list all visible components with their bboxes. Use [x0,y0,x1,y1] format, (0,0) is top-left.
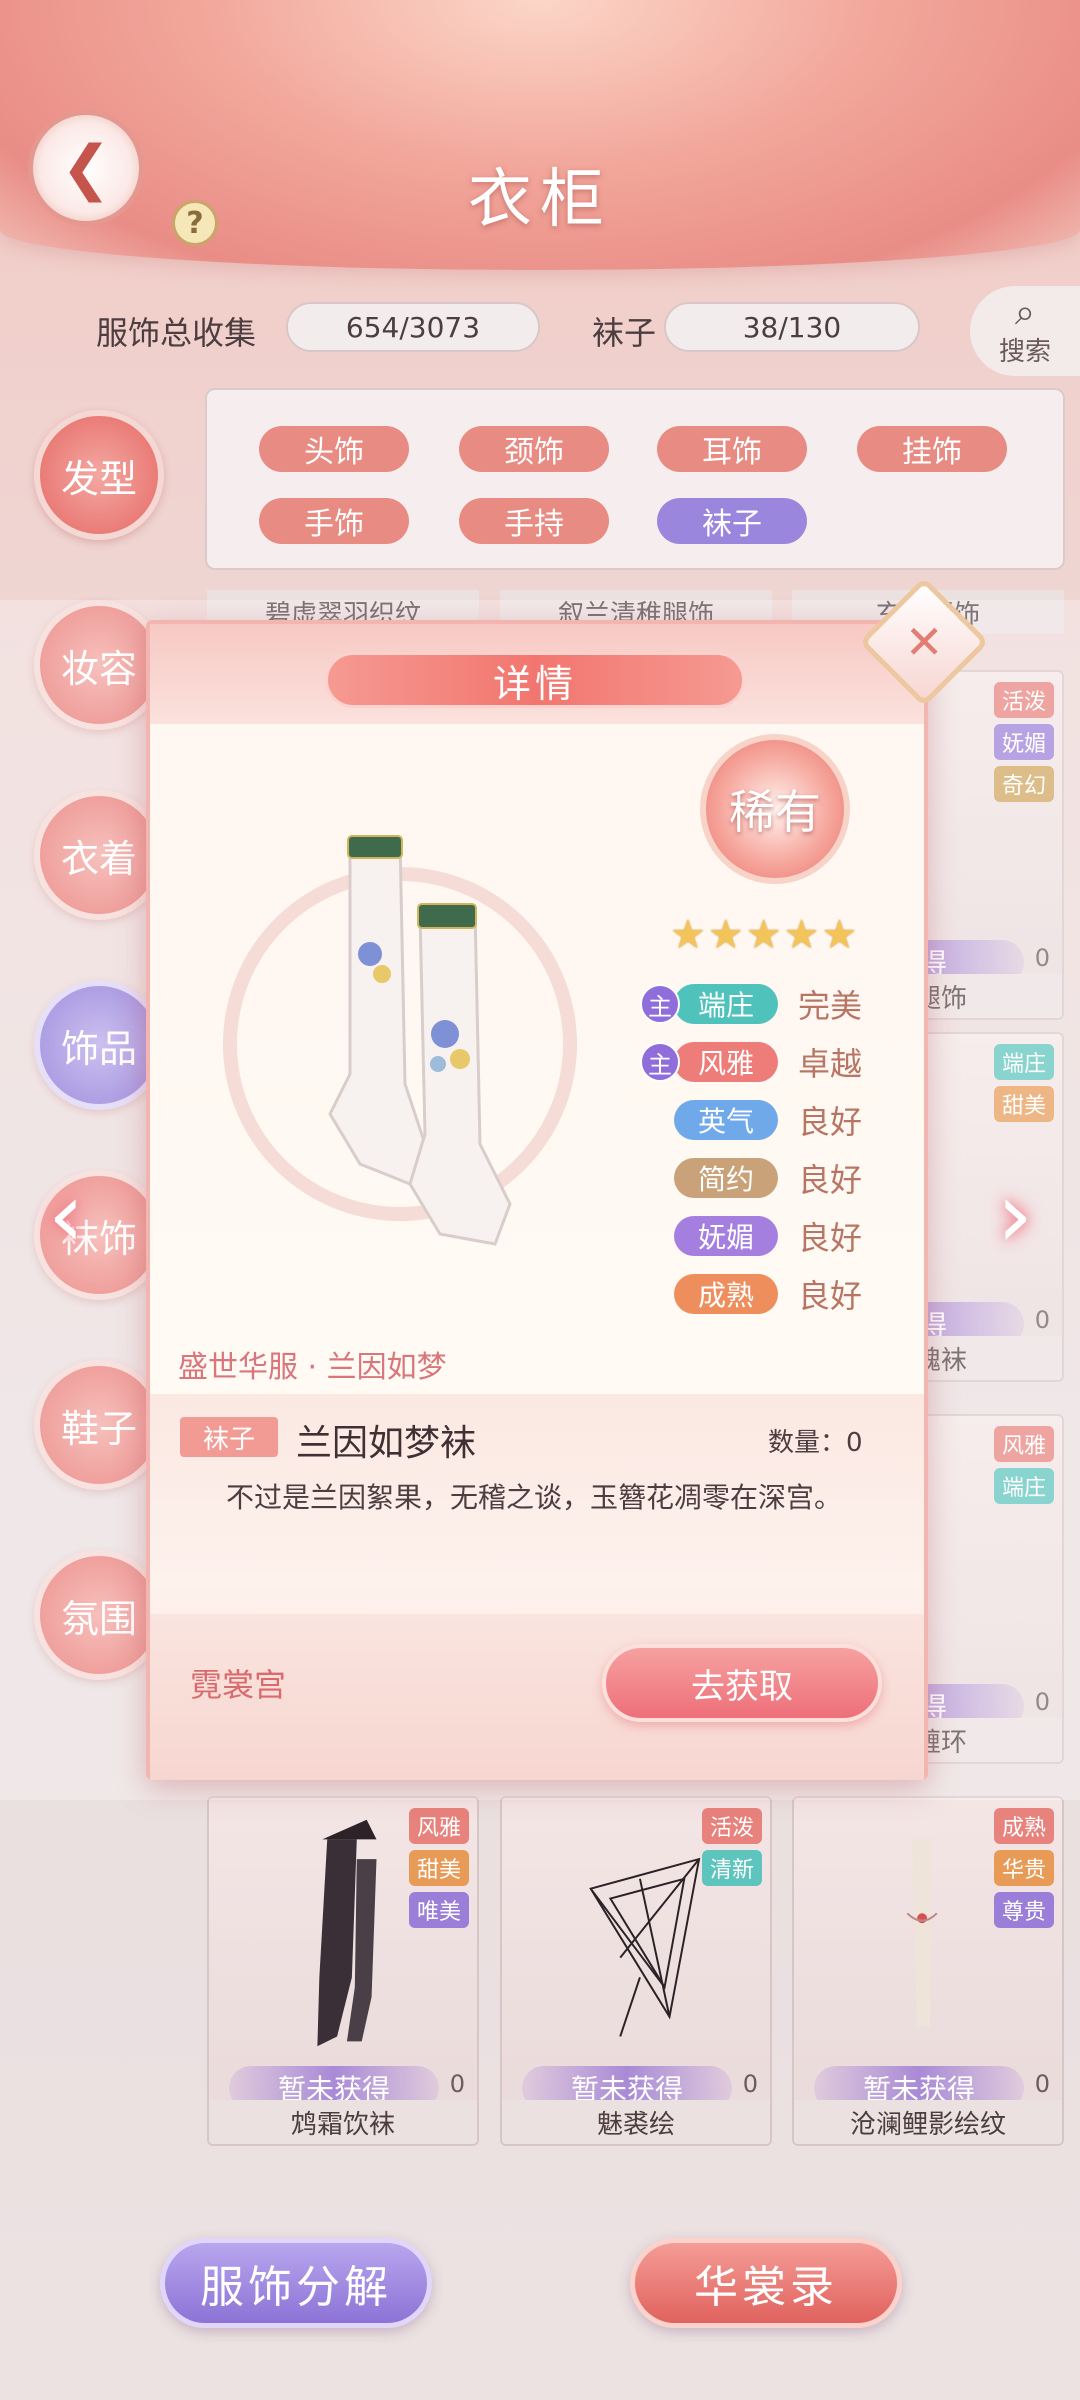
item-type-badge: 袜子 [180,1417,278,1457]
attribute-row: 成熟 良好 [674,1272,862,1316]
filter-socks[interactable]: 袜子 [657,498,807,544]
obtain-button[interactable]: 去获取 [602,1644,882,1722]
search-button[interactable]: ⌕ 搜索 [970,286,1080,376]
category-collection-label: 袜子 [592,314,657,352]
attribute-row: 主 端庄 完美 [640,982,862,1026]
item-count: 0 [449,2070,465,2098]
filter-pendant[interactable]: 挂饰 [857,426,1007,472]
attribute-name: 简约 [674,1158,778,1198]
attribute-value: 完美 [798,987,863,1025]
attribute-row: 简约 良好 [674,1156,862,1200]
item-detail-modal: 详情 稀有 ★★★★★ 主 端庄 完美 主 风雅 卓越 英气 良好 简约 良好 … [146,620,928,1780]
style-tag: 唯美 [408,1892,469,1928]
grid-item-name: 鸩霜饮袜 [209,2100,477,2144]
main-attribute-marker: 主 [640,1042,680,1082]
item-count: 0 [1034,2070,1050,2098]
nav-hairstyle[interactable]: 发型 [34,410,164,540]
next-item-arrow[interactable]: › [985,1163,1045,1268]
style-tag: 风雅 [408,1808,469,1844]
grid-item-card[interactable]: 成熟 华贵 尊贵 暂未获得 0 沧澜鲤影绘纹 [792,1796,1064,2146]
series-name: 盛世华服 · 兰因如梦 [178,1350,447,1385]
attribute-name: 妩媚 [674,1216,778,1256]
grid-item-card[interactable]: 风雅 甜美 唯美 暂未获得 0 鸩霜饮袜 [207,1796,479,2146]
item-source: 霓裳宫 [190,1666,287,1704]
prev-item-arrow[interactable]: ‹ [36,1163,96,1268]
grid-item-name: 沧澜鲤影绘纹 [794,2100,1062,2144]
filter-earrings[interactable]: 耳饰 [657,426,807,472]
grid-item-card[interactable]: 活泼 清新 暂未获得 0 魅裘绘 [500,1796,772,2146]
attribute-name: 成熟 [674,1274,778,1314]
search-label: 搜索 [998,336,1051,367]
attribute-value: 良好 [798,1219,863,1257]
search-icon: ⌕ [1014,291,1036,333]
item-image [223,835,577,1246]
filter-necklace[interactable]: 颈饰 [459,426,609,472]
attribute-name: 风雅 [674,1042,778,1082]
style-tag: 清新 [701,1850,762,1886]
decompose-button[interactable]: 服饰分解 [160,2238,432,2328]
modal-title: 详情 [325,652,745,708]
rarity-badge: 稀有 [700,734,850,884]
filter-headwear[interactable]: 头饰 [259,426,409,472]
main-attribute-marker: 主 [640,984,680,1024]
filter-handheld[interactable]: 手持 [459,498,609,544]
category-collection-value: 38/130 [664,302,920,352]
item-description: 不过是兰因絮果，无稽之谈，玉簪花凋零在深宫。 [226,1481,843,1514]
attribute-value: 良好 [798,1161,863,1199]
style-tag: 华贵 [993,1850,1054,1886]
album-button[interactable]: 华裳录 [630,2238,902,2328]
style-tag: 甜美 [408,1850,469,1886]
style-tag: 活泼 [701,1808,762,1844]
attribute-value: 良好 [798,1277,863,1315]
attribute-name: 英气 [674,1100,778,1140]
filter-bracelet[interactable]: 手饰 [259,498,409,544]
category-filter-panel: 头饰 颈饰 耳饰 挂饰 手饰 手持 袜子 [205,388,1065,570]
page-title: 衣柜 [468,163,612,237]
attribute-value: 良好 [798,1103,863,1141]
attribute-row: 妩媚 良好 [674,1214,862,1258]
item-quantity: 数量：0 [768,1428,863,1458]
item-count: 0 [742,2070,758,2098]
attribute-value: 卓越 [798,1045,863,1083]
total-collection-value: 654/3073 [286,302,540,352]
grid-item-name: 魅裘绘 [502,2100,770,2144]
style-tag: 尊贵 [993,1892,1054,1928]
style-tag: 成熟 [993,1808,1054,1844]
attribute-row: 主 风雅 卓越 [640,1040,862,1084]
item-name: 兰因如梦袜 [296,1423,477,1464]
total-collection-label: 服饰总收集 [96,314,257,352]
attribute-name: 端庄 [674,984,778,1024]
star-rating: ★★★★★ [670,912,860,958]
close-icon: ✕ [904,614,944,669]
attribute-row: 英气 良好 [674,1098,862,1142]
